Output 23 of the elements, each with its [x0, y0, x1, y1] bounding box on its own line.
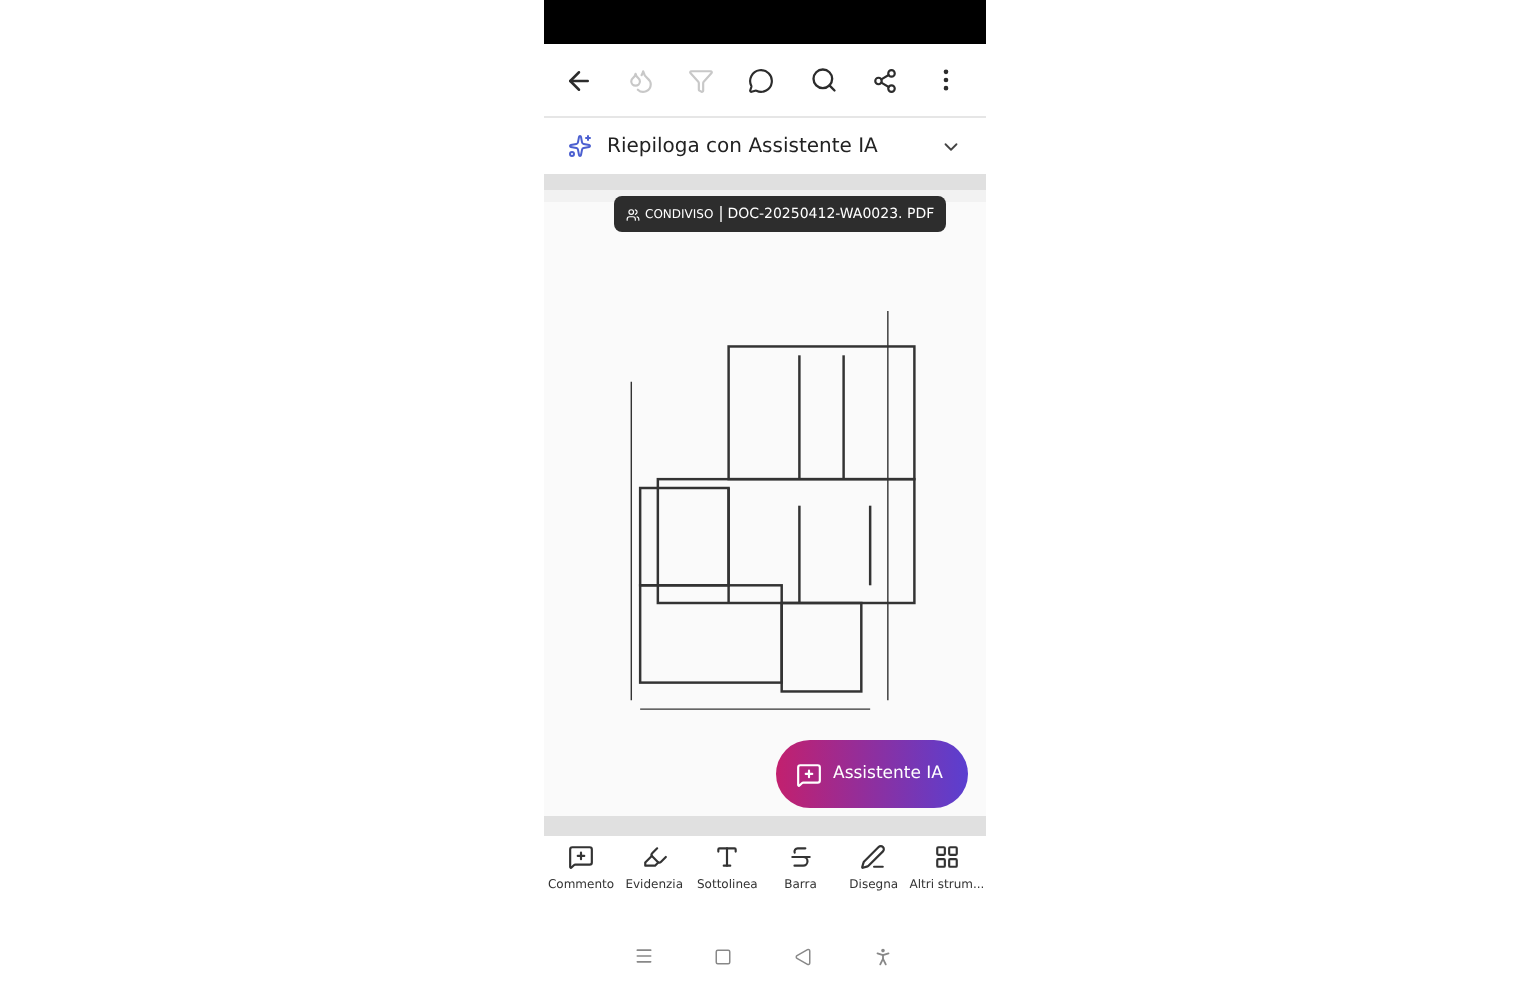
- assistant-button[interactable]: Assistente IA: [775, 740, 967, 808]
- comment-plus-icon: [568, 844, 594, 870]
- menu-icon: [633, 946, 654, 966]
- triangle-icon: [793, 947, 812, 965]
- square-icon: [714, 947, 733, 965]
- recent-apps-button[interactable]: [633, 946, 654, 966]
- chat-sparkle-icon: [795, 761, 821, 787]
- droplet-icon: [627, 67, 654, 93]
- grid-icon: [933, 844, 960, 870]
- sparkle-icon: [567, 134, 591, 158]
- speech-bubble-icon: [748, 67, 775, 93]
- highlighter-icon: [641, 844, 668, 870]
- people-icon: [625, 207, 639, 221]
- share-icon: [872, 67, 899, 93]
- search-icon: [809, 66, 838, 94]
- home-button[interactable]: [714, 947, 733, 965]
- comments-button[interactable]: [744, 63, 779, 97]
- strikethrough-icon: [787, 844, 814, 870]
- pen-icon: [860, 844, 887, 870]
- filter-icon: [688, 67, 715, 93]
- text-icon: [714, 844, 741, 870]
- person-icon: [872, 945, 895, 967]
- accessibility-button[interactable]: [872, 945, 895, 967]
